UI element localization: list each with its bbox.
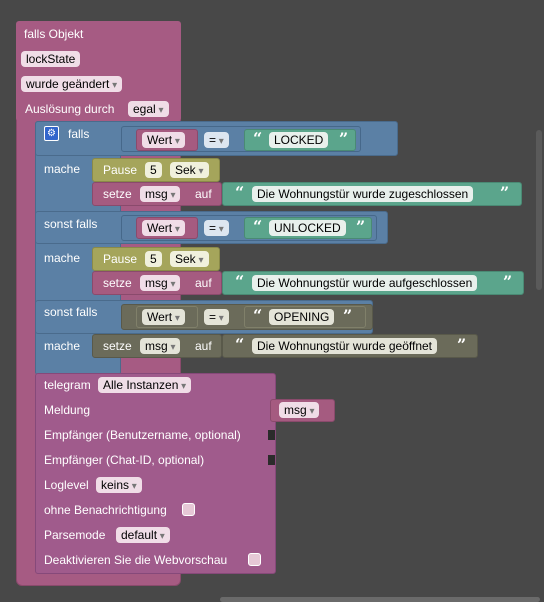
operator-dropdown-2[interactable]: = [204,220,229,236]
elseif-label-2: sonst falls [44,305,98,319]
trigger-title: falls Objekt [24,27,84,41]
set-label-1: setze [103,187,132,201]
open-quote-icon: “ [253,217,263,236]
pause-value-2[interactable]: 5 [145,251,162,267]
silent-label: ohne Benachrichtigung [44,503,167,517]
set-var-dropdown-1[interactable]: msg [140,186,181,202]
trigger-by-label: Auslösung durch [25,102,115,116]
do-label-2: mache [44,251,81,265]
close-quote-icon: ” [503,272,513,291]
disable-preview-label: Deaktivieren Sie die Webvorschau [44,553,228,567]
input-socket[interactable] [268,455,275,465]
message-value-3[interactable]: Die Wohnungstür wurde geöffnet [252,338,438,354]
close-quote-icon: ” [457,335,467,354]
compare-left-dropdown-3[interactable]: Wert [142,309,185,325]
disable-preview-checkbox[interactable] [248,553,261,566]
string-value-2[interactable]: UNLOCKED [269,220,346,236]
message-value-1[interactable]: Die Wohnungstür wurde zugeschlossen [252,186,474,202]
do-label-1: mache [44,162,81,176]
open-quote-icon: “ [253,129,263,148]
close-quote-icon: ” [339,129,349,148]
pause-unit-dropdown-2[interactable]: Sek [170,251,209,267]
parsemode-dropdown[interactable]: default [116,527,170,543]
loglevel-label: Loglevel [44,478,89,492]
silent-checkbox[interactable] [182,503,195,516]
open-quote-icon: “ [253,306,263,325]
set-label-2: setze [103,276,132,290]
message-value-2[interactable]: Die Wohnungstür wurde aufgeschlossen [252,275,478,291]
pause-label-1: Pause [103,163,138,177]
telegram-instance-dropdown[interactable]: Alle Instanzen [98,377,192,393]
pause-unit-dropdown-1[interactable]: Sek [170,162,209,178]
elseif-label-1: sonst falls [44,217,98,231]
open-quote-icon: “ [235,272,245,291]
compare-left-dropdown-2[interactable]: Wert [142,220,185,236]
close-quote-icon: ” [356,217,366,236]
loglevel-dropdown[interactable]: keins [96,477,142,493]
gear-icon[interactable]: ⚙ [44,126,59,141]
open-quote-icon: “ [235,183,245,202]
string-value-3[interactable]: OPENING [269,309,335,325]
message-var-dropdown[interactable]: msg [279,402,320,418]
trigger-by-dropdown[interactable]: egal [128,101,169,117]
do-label-3: mache [44,339,81,353]
parsemode-label: Parsemode [44,528,106,542]
pause-value-1[interactable]: 5 [145,162,162,178]
message-label: Meldung [44,403,91,417]
close-quote-icon: ” [343,306,353,325]
open-quote-icon: “ [235,335,245,354]
if-label: falls [68,127,90,141]
close-quote-icon: ” [500,183,510,202]
set-label-3: setze [103,339,132,353]
telegram-label: telegram [44,378,91,392]
condition-dropdown[interactable]: wurde geändert [21,76,123,92]
recipient-chat-label: Empfänger (Chat-ID, optional) [44,453,205,467]
to-label-1: auf [195,187,212,201]
pause-label-2: Pause [103,252,138,266]
object-id-field[interactable]: lockState [21,51,81,67]
to-label-3: auf [195,339,212,353]
string-value-1[interactable]: LOCKED [269,132,329,148]
set-var-dropdown-3[interactable]: msg [140,338,181,354]
input-socket[interactable] [268,430,275,440]
horizontal-scrollbar[interactable] [220,597,540,602]
compare-left-dropdown-1[interactable]: Wert [142,132,185,148]
operator-dropdown-3[interactable]: = [204,309,229,325]
recipient-user-label: Empfänger (Benutzername, optional) [44,428,241,442]
set-var-dropdown-2[interactable]: msg [140,275,181,291]
to-label-2: auf [195,276,212,290]
operator-dropdown-1[interactable]: = [204,132,229,148]
vertical-scrollbar[interactable] [536,130,542,290]
